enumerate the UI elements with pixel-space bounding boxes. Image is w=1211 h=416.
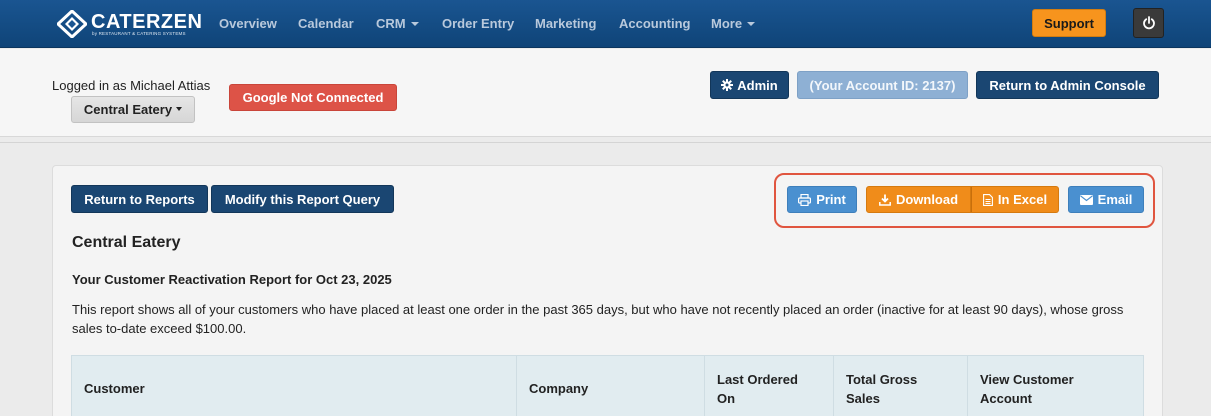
nav-marketing[interactable]: Marketing xyxy=(535,16,596,31)
download-icon xyxy=(878,194,891,206)
chevron-down-icon xyxy=(747,21,756,26)
column-header-customer[interactable]: Customer xyxy=(72,356,517,416)
chevron-down-icon xyxy=(410,21,419,26)
chevron-down-icon xyxy=(176,106,183,111)
email-button[interactable]: Email xyxy=(1068,186,1144,213)
admin-button[interactable]: Admin xyxy=(710,71,789,99)
report-title: Your Customer Reactivation Report for Oc… xyxy=(72,272,392,287)
logged-in-text: Logged in as Michael Attias xyxy=(52,78,211,93)
modify-report-query-button[interactable]: Modify this Report Query xyxy=(211,185,394,213)
column-header-total-gross-sales[interactable]: Total Gross Sales xyxy=(834,356,968,416)
print-icon xyxy=(798,193,812,206)
power-button[interactable] xyxy=(1133,8,1164,38)
caterzen-logo-icon xyxy=(57,10,87,38)
nav-crm[interactable]: CRM xyxy=(376,16,419,31)
account-id-button[interactable]: (Your Account ID: 2137) xyxy=(797,71,968,99)
company-selector[interactable]: Central Eatery xyxy=(71,96,195,123)
nav-calendar[interactable]: Calendar xyxy=(298,16,354,31)
nav-more[interactable]: More xyxy=(711,16,756,31)
nav-overview[interactable]: Overview xyxy=(219,16,277,31)
nav-order-entry[interactable]: Order Entry xyxy=(442,16,514,31)
nav-accounting[interactable]: Accounting xyxy=(619,16,691,31)
brand-tagline: by RESTAURANT & CATERING SYSTEMS xyxy=(92,31,186,36)
envelope-icon xyxy=(1079,194,1093,205)
report-table-header: Customer Company Last Ordered On Total G… xyxy=(71,355,1144,416)
return-to-reports-button[interactable]: Return to Reports xyxy=(71,185,208,213)
export-excel-button[interactable]: In Excel xyxy=(971,186,1059,213)
power-icon xyxy=(1142,16,1155,30)
support-button[interactable]: Support xyxy=(1032,9,1106,37)
caterzen-logo[interactable]: CATERZEN by RESTAURANT & CATERING SYSTEM… xyxy=(57,10,202,38)
report-company-name: Central Eatery xyxy=(72,234,181,251)
top-navbar: CATERZEN by RESTAURANT & CATERING SYSTEM… xyxy=(0,0,1211,48)
column-header-company[interactable]: Company xyxy=(517,356,705,416)
report-description: This report shows all of your customers … xyxy=(72,302,1124,336)
document-icon xyxy=(982,193,993,206)
column-header-last-ordered-on[interactable]: Last Ordered On xyxy=(705,356,834,416)
print-button[interactable]: Print xyxy=(787,186,857,213)
gear-icon xyxy=(721,79,734,91)
return-to-admin-console-button[interactable]: Return to Admin Console xyxy=(976,71,1159,99)
google-not-connected-button[interactable]: Google Not Connected xyxy=(229,84,397,111)
column-header-view-customer-account[interactable]: View Customer Account xyxy=(968,356,1143,416)
download-button[interactable]: Download xyxy=(866,186,971,213)
